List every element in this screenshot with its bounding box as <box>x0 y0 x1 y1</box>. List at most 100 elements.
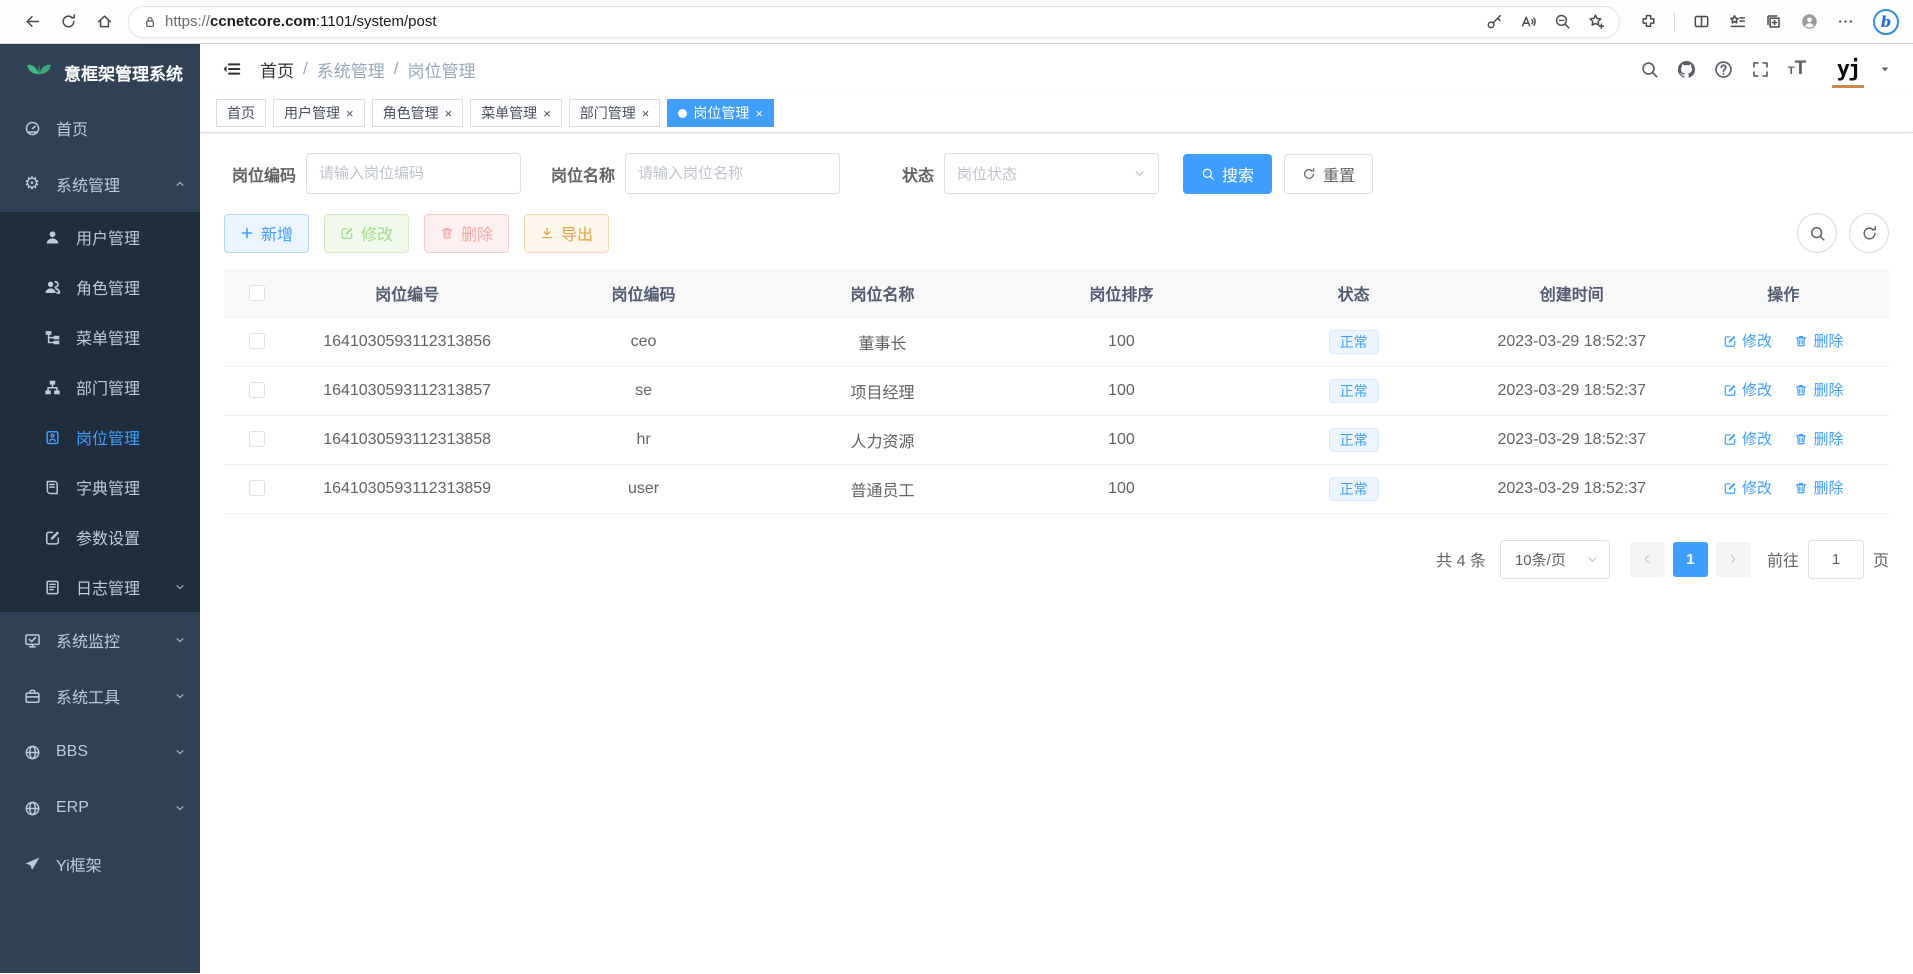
next-page-button[interactable] <box>1716 542 1751 577</box>
page-number-button[interactable]: 1 <box>1673 542 1708 577</box>
edit-button[interactable]: 修改 <box>324 214 409 253</box>
sidebar-item[interactable]: ⚙ 系统管理 <box>0 156 200 212</box>
select-all-checkbox[interactable] <box>249 285 265 301</box>
fullscreen-icon[interactable] <box>1746 55 1774 83</box>
collections-icon[interactable] <box>1755 6 1791 38</box>
sidebar-item[interactable]: 角色管理 <box>0 262 200 312</box>
toggle-search-button[interactable] <box>1797 213 1837 253</box>
breadcrumb-item[interactable]: 首页 <box>260 57 294 82</box>
sidebar-item[interactable]: 日志管理 <box>0 562 200 612</box>
page-size-select[interactable]: 10条/页 <box>1500 540 1610 579</box>
row-edit-button[interactable]: 修改 <box>1723 477 1772 498</box>
export-button[interactable]: 导出 <box>524 214 609 253</box>
row-checkbox[interactable] <box>249 382 265 398</box>
close-icon[interactable]: × <box>642 107 650 120</box>
address-bar[interactable]: https://ccnetcore.com:1101/system/post <box>128 6 1620 38</box>
breadcrumb-item[interactable]: 系统管理 <box>317 57 385 82</box>
puzzle-icon[interactable] <box>1630 6 1666 38</box>
sidebar-item[interactable]: 字典管理 <box>0 462 200 512</box>
back-icon[interactable] <box>14 6 50 38</box>
home-icon[interactable] <box>86 6 122 38</box>
post-name-cell: 董事长 <box>763 317 1001 366</box>
post-id-cell: 1641030593112313857 <box>291 366 524 415</box>
favorites-list-icon[interactable] <box>1719 6 1755 38</box>
sidebar-item[interactable]: 首页 <box>0 100 200 156</box>
breadcrumb-item[interactable]: 岗位管理 <box>407 57 475 82</box>
sidebar-item[interactable]: 用户管理 <box>0 212 200 262</box>
post-code-input[interactable] <box>306 153 521 194</box>
app-logo[interactable]: 意框架管理系统 <box>0 44 200 100</box>
close-icon[interactable]: × <box>755 107 763 120</box>
post-code-cell: user <box>524 464 764 513</box>
avatar[interactable]: yj <box>1828 49 1868 89</box>
status-select[interactable]: 岗位状态 <box>944 153 1159 194</box>
badge-icon <box>44 429 68 446</box>
tab[interactable]: 用户管理 × <box>273 99 365 127</box>
row-delete-button[interactable]: 删除 <box>1794 379 1843 400</box>
row-edit-button[interactable]: 修改 <box>1723 330 1772 351</box>
tags-view: 首页 用户管理 × 角色管理 × 菜单管理 <box>200 94 1913 133</box>
tab[interactable]: 首页 <box>216 99 266 127</box>
tab[interactable]: 角色管理 × <box>372 99 464 127</box>
hamburger-icon[interactable] <box>222 59 242 79</box>
close-icon[interactable]: × <box>543 107 551 120</box>
sidebar-item[interactable]: ERP <box>0 780 200 836</box>
post-name-input[interactable] <box>625 153 840 194</box>
more-icon[interactable] <box>1827 6 1863 38</box>
github-icon[interactable] <box>1672 55 1700 83</box>
send-icon <box>24 856 48 873</box>
sidebar-item-label: 日志管理 <box>76 575 140 599</box>
sidebar-item[interactable]: 岗位管理 <box>0 412 200 462</box>
sidebar-item[interactable]: 系统监控 <box>0 612 200 668</box>
users-icon <box>44 279 68 296</box>
sidebar-item[interactable]: Yi框架 <box>0 836 200 892</box>
reload-icon[interactable] <box>50 6 86 38</box>
sidebar-item[interactable]: 菜单管理 <box>0 312 200 362</box>
tab[interactable]: 部门管理 × <box>569 99 661 127</box>
caret-down-icon[interactable] <box>1879 63 1891 75</box>
header-actions: TT yj <box>1635 49 1891 89</box>
question-icon[interactable] <box>1709 55 1737 83</box>
zoom-out-icon[interactable] <box>1545 6 1579 38</box>
row-checkbox[interactable] <box>249 431 265 447</box>
sidebar-item[interactable]: 参数设置 <box>0 512 200 562</box>
post-code-label: 岗位编码 <box>224 162 296 186</box>
post-code-cell: hr <box>524 415 764 464</box>
sidebar-item[interactable]: BBS <box>0 724 200 780</box>
select-all-cell <box>224 269 291 317</box>
row-delete-button[interactable]: 删除 <box>1794 330 1843 351</box>
sidebar-item-label: 系统监控 <box>56 628 120 652</box>
toolbar-divider <box>1674 12 1675 32</box>
close-icon[interactable]: × <box>346 107 354 120</box>
sidebar-item[interactable]: 系统工具 <box>0 668 200 724</box>
split-screen-icon[interactable] <box>1683 6 1719 38</box>
sidebar-item[interactable]: 部门管理 <box>0 362 200 412</box>
add-button[interactable]: 新增 <box>224 214 309 253</box>
close-icon[interactable]: × <box>445 107 453 120</box>
copilot-icon[interactable]: b <box>1873 9 1899 35</box>
url-text: https://ccnetcore.com:1101/system/post <box>165 13 1469 30</box>
row-delete-button[interactable]: 删除 <box>1794 477 1843 498</box>
row-checkbox[interactable] <box>249 480 265 496</box>
star-plus-icon[interactable] <box>1579 6 1613 38</box>
prev-page-button[interactable] <box>1630 542 1665 577</box>
search-button[interactable]: 搜索 <box>1183 154 1272 194</box>
row-checkbox[interactable] <box>249 333 265 349</box>
row-edit-button[interactable]: 修改 <box>1723 428 1772 449</box>
tab[interactable]: 岗位管理 × <box>667 99 774 127</box>
delete-button[interactable]: 删除 <box>424 214 509 253</box>
goto-label: 前往 <box>1767 547 1799 571</box>
profile-icon[interactable] <box>1791 6 1827 38</box>
tab[interactable]: 菜单管理 × <box>470 99 562 127</box>
reset-button[interactable]: 重置 <box>1284 154 1373 194</box>
column-header: 状态 <box>1241 269 1466 317</box>
read-aloud-icon[interactable] <box>1511 6 1545 38</box>
refresh-table-button[interactable] <box>1849 213 1889 253</box>
goto-page-input[interactable] <box>1808 540 1864 579</box>
row-edit-button[interactable]: 修改 <box>1723 379 1772 400</box>
tab-label: 岗位管理 <box>693 103 749 123</box>
key-icon[interactable] <box>1477 6 1511 38</box>
search-icon[interactable] <box>1635 55 1663 83</box>
font-size-icon[interactable]: TT <box>1783 55 1811 83</box>
row-delete-button[interactable]: 删除 <box>1794 428 1843 449</box>
